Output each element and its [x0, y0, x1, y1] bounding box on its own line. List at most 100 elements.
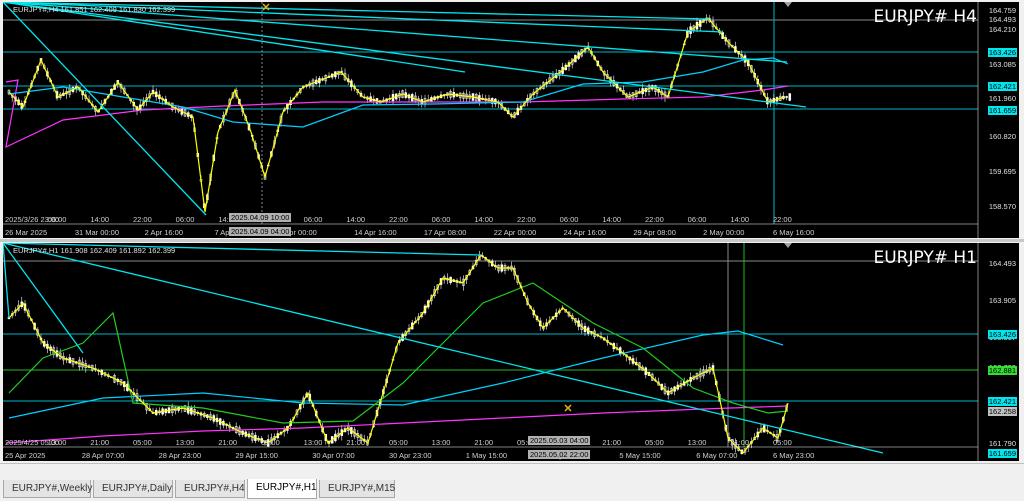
chart-pane-h1[interactable]: EURJPY#,H1 161.908 162.409 161.892 162.3… — [3, 243, 1019, 461]
time-label: 30 Apr 23:00 — [389, 451, 432, 460]
moving-average-1 — [8, 330, 784, 419]
time-label-upper: 22:00 — [389, 215, 408, 224]
time-label-upper: 22:00 — [773, 215, 792, 224]
chart-tab-4[interactable]: EURJPY#,M15 — [319, 480, 395, 498]
price-label: 163.085 — [988, 60, 1016, 69]
chart-pane-h4[interactable]: EURJPY#,H4 161.851 162.409 161.830 162.3… — [3, 2, 1019, 238]
time-label-upper: 22:00 — [133, 215, 152, 224]
chart-canvas-h4[interactable] — [3, 2, 1019, 238]
price-tag: 162.421 — [987, 397, 1017, 406]
time-label-upper: 06:00 — [175, 215, 195, 224]
candles — [7, 250, 788, 455]
chart-canvas-h1[interactable] — [3, 243, 1019, 461]
time-label-upper: 06:00 — [47, 215, 67, 224]
time-label: 22 Apr 00:00 — [493, 228, 537, 237]
time-label: 1 May 15:00 — [465, 451, 508, 460]
time-label: 2 May 00:00 — [703, 228, 745, 237]
time-label: 5 May 15:00 — [619, 451, 661, 460]
time-label-upper: 13:00 — [303, 438, 323, 447]
time-label: 6 May 16:00 — [773, 228, 815, 237]
time-label: 29 Apr 08:00 — [633, 228, 676, 237]
time-label-upper: 13:00 — [47, 438, 67, 447]
time-label: 2 Apr 16:00 — [144, 228, 183, 237]
time-label-upper: 06:00 — [687, 215, 707, 224]
time-label-upper: 21:00 — [218, 438, 238, 447]
time-label: 6 May 23:00 — [773, 451, 815, 460]
chart-tab-0[interactable]: EURJPY#,Weekly — [3, 480, 92, 498]
pane-divider[interactable] — [0, 239, 1024, 242]
chart-title-h4: EURJPY# H4 — [873, 7, 977, 27]
time-label-upper: 06:00 — [559, 215, 579, 224]
chart-tab-2[interactable]: EURJPY#,H4 — [175, 480, 245, 498]
chart-tab-3[interactable]: EURJPY#,H1 — [247, 479, 317, 499]
crosshair-time-upper-h1: 2025.05.03 04:00 — [528, 436, 591, 445]
price-label: 164.759 — [988, 6, 1016, 15]
trendline-0 — [3, 243, 10, 319]
time-label-upper: 22:00 — [645, 215, 664, 224]
time-label-upper: 14:00 — [90, 215, 110, 224]
crosshair-icon — [262, 3, 270, 11]
price-tag: 161.659 — [987, 106, 1017, 115]
candle-body — [785, 96, 788, 98]
time-label-upper: 05:00 — [261, 438, 280, 447]
time-label-upper: 13:00 — [175, 438, 195, 447]
time-label-upper: 05:00 — [645, 438, 664, 447]
time-label-upper: 05:00 — [133, 438, 152, 447]
time-label: 29 Apr 15:00 — [235, 451, 278, 460]
price-tag: 163.426 — [987, 330, 1017, 339]
time-label: 31 Mar 00:00 — [74, 228, 120, 237]
price-tag: 162.258 — [987, 407, 1017, 416]
price-tag: 163.426 — [987, 48, 1017, 57]
time-label-upper: 21:00 — [730, 438, 750, 447]
time-label-upper: 14:00 — [730, 215, 750, 224]
chart-tab-1[interactable]: EURJPY#,Daily — [93, 480, 173, 498]
time-label: 28 Apr 07:00 — [81, 451, 125, 460]
crosshair-time-lower-h1: 2025.05.02 22:00 — [528, 450, 591, 459]
crosshair-time-upper-h4: 2025.04.09 10:00 — [229, 213, 292, 222]
time-label: 25 Apr 2025 — [5, 451, 46, 460]
time-label-upper: 21:00 — [602, 438, 622, 447]
price-label: 164.210 — [988, 25, 1016, 34]
price-label: 164.493 — [988, 259, 1016, 268]
time-label-upper: 06:00 — [431, 215, 451, 224]
price-tag: 161.659 — [987, 449, 1017, 458]
time-label: 24 Apr 16:00 — [563, 228, 607, 237]
time-label-upper: 13:00 — [687, 438, 707, 447]
candle-body — [788, 93, 792, 101]
time-label: 17 Apr 08:00 — [423, 228, 467, 237]
time-label-upper: 13:00 — [431, 438, 451, 447]
price-label: 163.905 — [988, 296, 1016, 305]
time-label-upper: 21:00 — [90, 438, 110, 447]
time-label: 28 Apr 23:00 — [158, 451, 202, 460]
symbol-info-h1: EURJPY#,H1 161.908 162.409 161.892 162.3… — [13, 246, 176, 255]
candles — [7, 14, 792, 209]
crosshair-icon — [564, 404, 572, 412]
time-label-upper: 14:00 — [346, 215, 366, 224]
zigzag-line — [8, 17, 786, 213]
time-label: 30 Apr 07:00 — [312, 451, 355, 460]
crosshair-time-lower-h4: 2025.04.09 04:00 — [229, 227, 292, 236]
price-label: 161.790 — [988, 439, 1016, 448]
price-label: 161.960 — [988, 94, 1016, 103]
triangle-down-icon[interactable] — [784, 243, 792, 248]
time-label-upper: 22:00 — [517, 215, 536, 224]
time-label-upper: 14:00 — [602, 215, 622, 224]
time-label-upper: 05:00 — [389, 438, 408, 447]
chart-tab-bar: EURJPY#,Weekly EURJPY#,Daily EURJPY#,H4 EUR… — [0, 463, 1024, 501]
price-label: 159.695 — [988, 167, 1016, 176]
time-label-upper: 14:00 — [474, 215, 494, 224]
time-label-upper: 06:00 — [303, 215, 323, 224]
price-tag: 162.421 — [987, 82, 1017, 91]
time-label-upper: 05:00 — [773, 438, 792, 447]
time-label-upper: 21:00 — [346, 438, 366, 447]
chart-title-h1: EURJPY# H1 — [873, 248, 977, 268]
price-label: 158.570 — [988, 202, 1016, 211]
time-label: 6 May 07:00 — [696, 451, 738, 460]
time-label-upper: 21:00 — [474, 438, 494, 447]
price-label: 164.493 — [988, 15, 1016, 24]
price-tag: 162.881 — [987, 366, 1017, 375]
symbol-info-h4: EURJPY#,H4 161.851 162.409 161.830 162.3… — [13, 5, 176, 14]
time-label: 26 Mar 2025 — [5, 228, 48, 237]
triangle-down-icon[interactable] — [784, 2, 792, 7]
price-label: 160.820 — [988, 132, 1016, 141]
